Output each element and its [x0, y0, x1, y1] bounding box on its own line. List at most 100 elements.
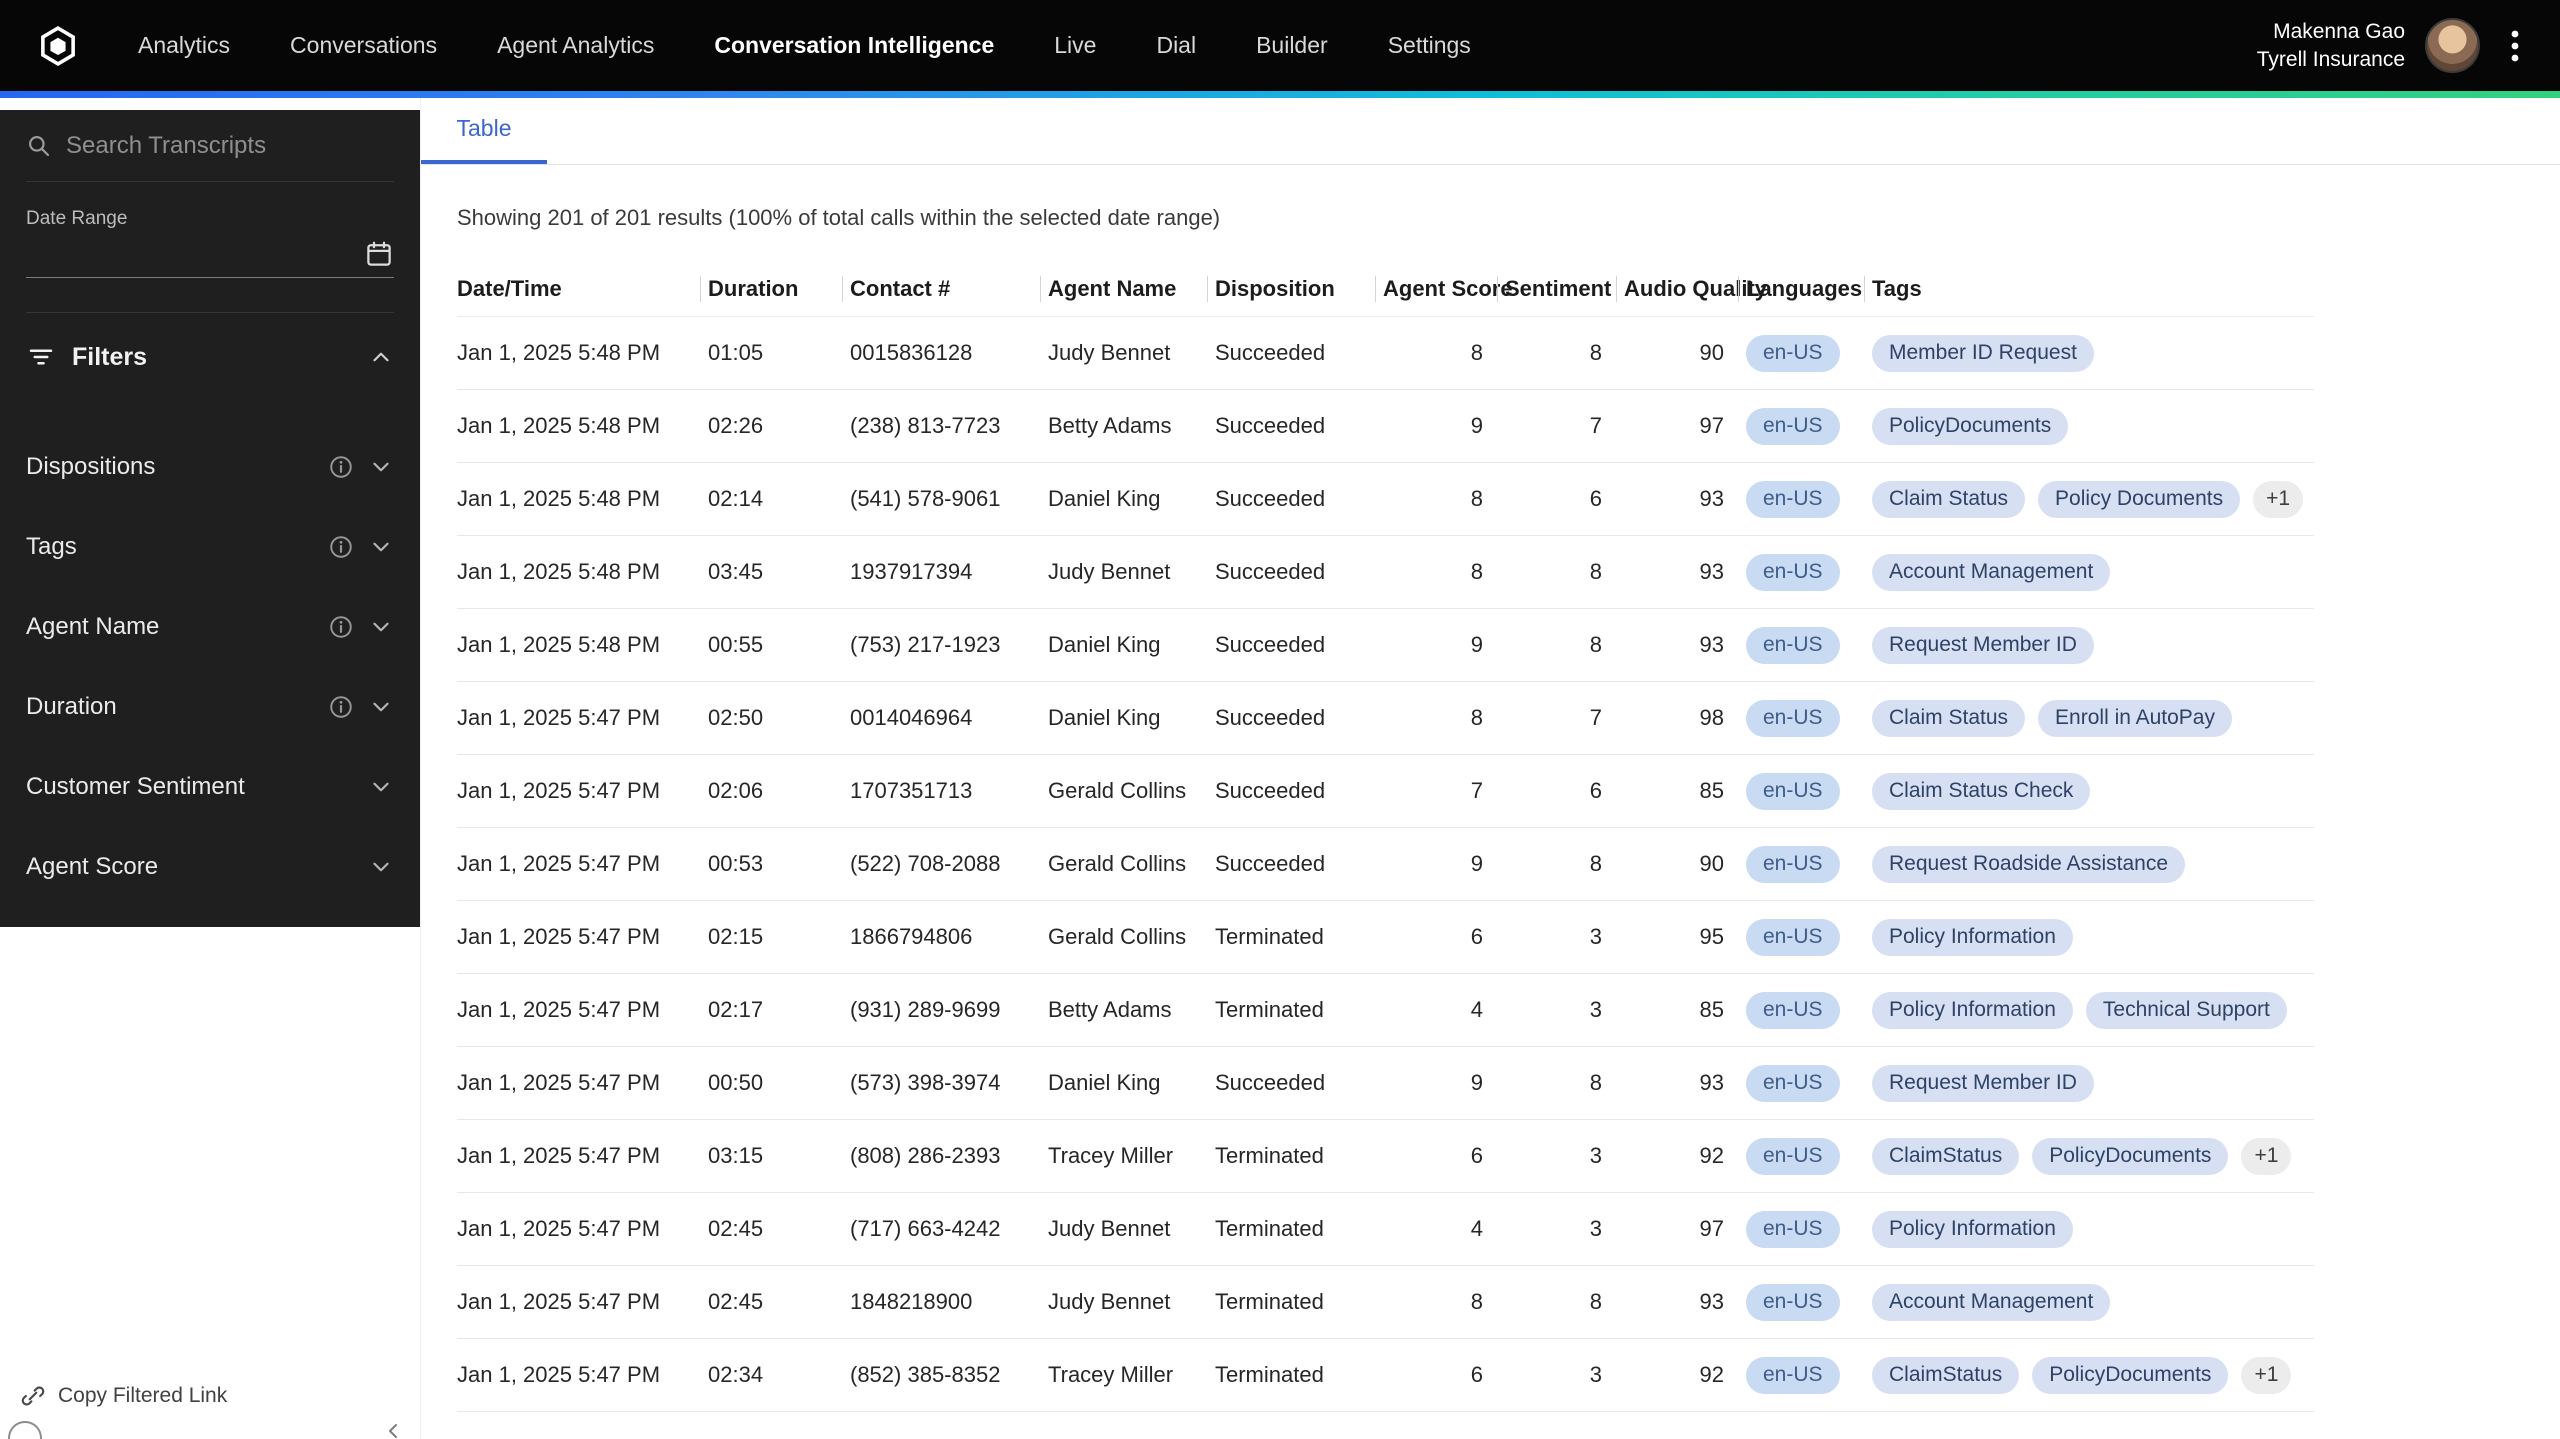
cell-disposition: Succeeded — [1215, 778, 1326, 803]
overflow-menu-icon[interactable] — [2500, 26, 2530, 66]
cell-language: en-US — [1738, 845, 1864, 883]
info-icon[interactable] — [328, 534, 354, 560]
info-icon[interactable] — [328, 694, 354, 720]
cell-disposition: Succeeded — [1215, 851, 1326, 876]
sidebar-collapse-icon[interactable] — [382, 1419, 406, 1439]
user-info: Makenna Gao Tyrell Insurance — [2257, 18, 2405, 73]
filter-duration[interactable]: Duration — [26, 667, 394, 747]
calendar-icon[interactable] — [364, 239, 394, 269]
nav-item-settings[interactable]: Settings — [1388, 32, 1471, 59]
column-header-agent-score[interactable]: Agent Score — [1375, 276, 1513, 302]
table-row[interactable]: Jan 1, 2025 5:48 PM 02:14 (541) 578-9061… — [457, 463, 2314, 536]
table-row[interactable]: Jan 1, 2025 5:48 PM 02:26 (238) 813-7723… — [457, 390, 2314, 463]
cell-disposition: Succeeded — [1215, 632, 1326, 657]
filter-label: Agent Name — [26, 613, 160, 640]
filter-customer-sentiment[interactable]: Customer Sentiment — [26, 747, 394, 827]
chevron-down-icon[interactable] — [368, 854, 394, 880]
table-row[interactable]: Jan 1, 2025 5:47 PM 02:17 (931) 289-9699… — [457, 974, 2314, 1047]
column-header-tags[interactable]: Tags — [1864, 276, 2314, 302]
table-row[interactable]: Jan 1, 2025 5:48 PM 00:55 (753) 217-1923… — [457, 609, 2314, 682]
search-input[interactable] — [66, 131, 394, 160]
column-header-datetime[interactable]: Date/Time — [457, 276, 700, 302]
table-row[interactable]: Jan 1, 2025 5:47 PM 00:50 (573) 398-3974… — [457, 1047, 2314, 1120]
nav-item-agent-analytics[interactable]: Agent Analytics — [497, 32, 654, 59]
cell-tags: Claim Status Policy Documents +1 — [1864, 480, 2314, 518]
filter-agent-score[interactable]: Agent Score — [26, 827, 394, 907]
chevron-down-icon[interactable] — [368, 614, 394, 640]
nav-item-conversations[interactable]: Conversations — [290, 32, 437, 59]
nav-item-live[interactable]: Live — [1054, 32, 1096, 59]
table-row[interactable]: Jan 1, 2025 5:47 PM 02:06 1707351713 Ger… — [457, 755, 2314, 828]
column-header-contact[interactable]: Contact # — [842, 276, 1040, 302]
info-icon[interactable] — [328, 614, 354, 640]
cell-contact: (573) 398-3974 — [850, 1070, 1001, 1095]
app-logo-icon[interactable] — [34, 22, 82, 70]
nav-item-analytics[interactable]: Analytics — [138, 32, 230, 59]
tags-overflow-pill[interactable]: +1 — [2241, 1356, 2292, 1394]
chevron-down-icon[interactable] — [368, 694, 394, 720]
filter-agent-name[interactable]: Agent Name — [26, 587, 394, 667]
column-header-duration[interactable]: Duration — [700, 276, 842, 302]
column-header-sentiment[interactable]: Sentiment — [1497, 276, 1616, 302]
user-avatar[interactable] — [2425, 18, 2480, 73]
tab-table[interactable]: Table — [421, 97, 547, 164]
cell-agent-name: Betty Adams — [1048, 413, 1172, 438]
cell-agent-score: 8 — [1470, 705, 1483, 730]
chevron-down-icon[interactable] — [368, 774, 394, 800]
cell-contact: 0014046964 — [850, 705, 973, 730]
cell-agent-score: 6 — [1470, 924, 1483, 949]
chevron-down-icon[interactable] — [368, 454, 394, 480]
column-header-audio-quality[interactable]: Audio Quality — [1616, 276, 1767, 302]
nav-item-dial[interactable]: Dial — [1156, 32, 1196, 59]
date-range-input[interactable] — [26, 230, 394, 278]
cell-sentiment: 8 — [1589, 559, 1602, 584]
tags-overflow-pill[interactable]: +1 — [2241, 1137, 2292, 1175]
copy-filtered-link-label: Copy Filtered Link — [58, 1384, 228, 1407]
cell-contact: (852) 385-8352 — [850, 1362, 1001, 1387]
cell-audio-quality: 85 — [1699, 778, 1724, 803]
copy-filtered-link-button[interactable]: Copy Filtered Link — [20, 1383, 227, 1409]
tag-pill: Account Management — [1872, 553, 2111, 591]
table-row[interactable]: Jan 1, 2025 5:47 PM 02:34 (852) 385-8352… — [457, 1339, 2314, 1412]
nav-item-conversation-intelligence[interactable]: Conversation Intelligence — [714, 32, 994, 59]
table-row[interactable]: Jan 1, 2025 5:47 PM 02:15 1866794806 Ger… — [457, 901, 2314, 974]
cell-datetime: Jan 1, 2025 5:47 PM — [457, 1362, 661, 1387]
tag-pill: Claim Status Check — [1872, 772, 2091, 810]
cell-disposition: Succeeded — [1215, 486, 1326, 511]
filter-label: Duration — [26, 693, 117, 720]
cell-tags: Account Management — [1864, 553, 2314, 591]
cell-sentiment: 3 — [1589, 1362, 1602, 1387]
language-pill: en-US — [1746, 553, 1840, 591]
language-pill: en-US — [1746, 626, 1840, 664]
nav-item-builder[interactable]: Builder — [1256, 32, 1328, 59]
table-row[interactable]: Jan 1, 2025 5:47 PM 02:45 (717) 663-4242… — [457, 1193, 2314, 1266]
cell-tags: Request Member ID — [1864, 626, 2314, 664]
table-row[interactable]: Jan 1, 2025 5:47 PM 02:45 1848218900 Jud… — [457, 1266, 2314, 1339]
table-row[interactable]: Jan 1, 2025 5:47 PM 03:15 (808) 286-2393… — [457, 1120, 2314, 1193]
chevron-up-icon[interactable] — [368, 344, 394, 370]
cell-disposition: Succeeded — [1215, 340, 1326, 365]
tag-pill: Policy Information — [1872, 918, 2073, 956]
table-row[interactable]: Jan 1, 2025 5:47 PM 02:50 0014046964 Dan… — [457, 682, 2314, 755]
column-header-disposition[interactable]: Disposition — [1207, 276, 1375, 302]
cell-sentiment: 7 — [1589, 413, 1602, 438]
column-header-agent-name[interactable]: Agent Name — [1040, 276, 1207, 302]
column-header-languages[interactable]: Languages — [1738, 276, 1864, 302]
table-row[interactable]: Jan 1, 2025 5:48 PM 03:45 1937917394 Jud… — [457, 536, 2314, 609]
help-button[interactable] — [8, 1421, 42, 1439]
chevron-down-icon[interactable] — [368, 534, 394, 560]
filter-dispositions[interactable]: Dispositions — [26, 427, 394, 507]
filter-tags[interactable]: Tags — [26, 507, 394, 587]
tag-pill: PolicyDocuments — [2032, 1137, 2229, 1175]
cell-audio-quality: 97 — [1699, 413, 1724, 438]
cell-agent-name: Judy Bennet — [1048, 340, 1171, 365]
cell-contact: 1707351713 — [850, 778, 973, 803]
table-row[interactable]: Jan 1, 2025 5:47 PM 00:53 (522) 708-2088… — [457, 828, 2314, 901]
table-row[interactable]: Jan 1, 2025 5:48 PM 01:05 0015836128 Jud… — [457, 317, 2314, 390]
info-icon[interactable] — [328, 454, 354, 480]
cell-tags: Claim Status Check — [1864, 772, 2314, 810]
search-transcripts-field[interactable] — [26, 110, 394, 182]
cell-agent-score: 6 — [1470, 1143, 1483, 1168]
tags-overflow-pill[interactable]: +1 — [2253, 480, 2304, 518]
filters-header[interactable]: Filters — [26, 313, 394, 401]
